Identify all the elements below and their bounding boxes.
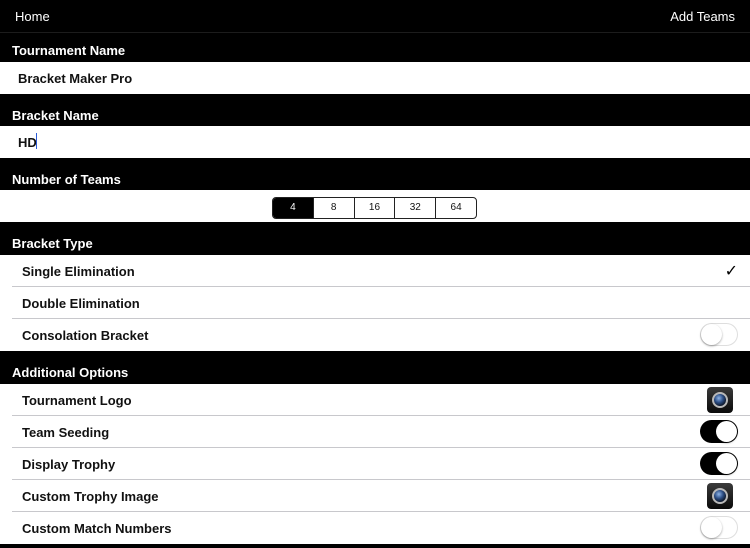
tournament-logo-label: Tournament Logo [22, 393, 132, 408]
text-cursor [36, 133, 37, 149]
bracket-name-header: Bracket Name [0, 108, 750, 123]
single-elimination-row[interactable]: Single Elimination ✓ [0, 255, 750, 287]
number-of-teams-row: 4 8 16 32 64 [0, 190, 750, 222]
bracket-name-input[interactable] [18, 134, 718, 150]
teams-option-4[interactable]: 4 [273, 198, 313, 218]
display-trophy-row: Display Trophy [0, 448, 750, 480]
bracket-type-header: Bracket Type [0, 236, 750, 251]
number-of-teams-header: Number of Teams [0, 172, 750, 187]
team-seeding-toggle[interactable] [700, 420, 738, 443]
tournament-logo-camera-button[interactable] [707, 387, 733, 413]
tournament-name-row [0, 62, 750, 94]
display-trophy-label: Display Trophy [22, 457, 116, 472]
camera-lens-icon [712, 392, 728, 408]
single-elimination-label: Single Elimination [22, 264, 135, 279]
checkmark-icon: ✓ [724, 263, 738, 280]
consolation-bracket-label: Consolation Bracket [22, 328, 149, 343]
teams-option-8[interactable]: 8 [312, 198, 354, 218]
home-button[interactable]: Home [15, 9, 50, 24]
add-teams-button[interactable]: Add Teams [670, 9, 735, 24]
toggle-knob [701, 517, 722, 538]
toggle-knob [716, 421, 737, 442]
bracket-name-row [0, 126, 750, 158]
consolation-bracket-row: Consolation Bracket [0, 319, 750, 351]
custom-match-numbers-label: Custom Match Numbers [22, 521, 172, 536]
double-elimination-row[interactable]: Double Elimination [0, 287, 750, 319]
custom-match-numbers-row: Custom Match Numbers [0, 512, 750, 544]
team-seeding-row: Team Seeding [0, 416, 750, 448]
teams-option-32[interactable]: 32 [394, 198, 435, 218]
display-trophy-toggle[interactable] [700, 452, 738, 475]
camera-lens-icon [712, 488, 728, 504]
teams-option-16[interactable]: 16 [353, 198, 395, 218]
toggle-knob [701, 324, 722, 345]
custom-match-numbers-toggle[interactable] [700, 516, 738, 539]
toggle-knob [716, 453, 737, 474]
custom-trophy-image-row: Custom Trophy Image [0, 480, 750, 512]
teams-option-64[interactable]: 64 [435, 198, 476, 218]
double-elimination-label: Double Elimination [22, 296, 140, 311]
tournament-logo-row: Tournament Logo [0, 384, 750, 416]
teams-segmented-control: 4 8 16 32 64 [272, 197, 477, 219]
consolation-bracket-toggle[interactable] [700, 323, 738, 346]
additional-options-header: Additional Options [0, 365, 750, 380]
custom-trophy-image-label: Custom Trophy Image [22, 489, 159, 504]
team-seeding-label: Team Seeding [22, 425, 110, 440]
tournament-name-input[interactable] [18, 70, 718, 86]
custom-trophy-image-camera-button[interactable] [707, 483, 733, 509]
tournament-name-header: Tournament Name [0, 43, 750, 58]
nav-bar: Home Add Teams [0, 0, 750, 33]
